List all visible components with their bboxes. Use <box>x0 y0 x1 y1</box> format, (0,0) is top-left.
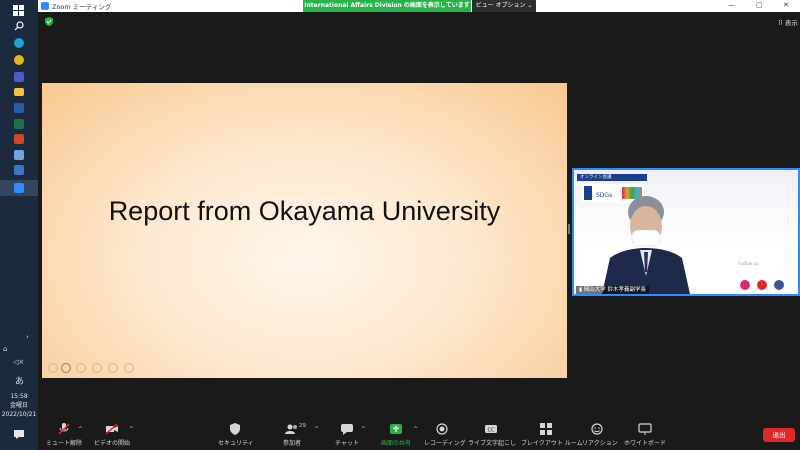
windows-start-icon[interactable] <box>13 5 24 16</box>
grid-icon: ⠿ <box>778 19 783 27</box>
speaker-person <box>602 196 690 294</box>
share-screen-button[interactable]: 画面の共有 <box>378 418 414 447</box>
edge-icon[interactable] <box>14 38 24 48</box>
volume-icon[interactable]: ◁× <box>13 358 24 366</box>
slide-zoom-icon[interactable] <box>108 363 118 373</box>
chat-button[interactable]: チャット <box>334 418 360 447</box>
reactions-icon <box>591 423 603 435</box>
follow-us-text: Follow us <box>738 262 759 267</box>
start-video-button[interactable]: ビデオの開始 <box>92 418 132 447</box>
view-options-button[interactable]: ビュー オプション ⌄ <box>472 0 536 12</box>
participant-count: 29 <box>299 423 306 429</box>
leave-button[interactable]: 退出 <box>763 428 795 442</box>
chat-icon <box>341 424 353 435</box>
ime-indicator[interactable]: あ <box>15 374 24 387</box>
security-shield-icon[interactable] <box>45 17 53 26</box>
mic-muted-icon <box>58 423 70 435</box>
start-video-label: ビデオの開始 <box>93 440 130 447</box>
youtube-icon <box>757 280 768 290</box>
whiteboard-label: ホワイトボード <box>624 440 667 447</box>
chrome-icon[interactable] <box>14 55 24 65</box>
chat-options-caret[interactable]: ^ <box>361 426 366 433</box>
shield-icon <box>230 423 240 435</box>
reactions-button[interactable]: リアクション <box>582 418 618 447</box>
security-button[interactable]: セキュリティ <box>218 418 254 447</box>
chevron-down-icon: ⌄ <box>527 2 533 9</box>
share-screen-label: 画面の共有 <box>380 440 411 447</box>
network-icon[interactable]: ⌂ <box>3 345 7 353</box>
audio-options-caret[interactable]: ^ <box>78 426 83 433</box>
file-explorer-icon[interactable] <box>14 88 24 96</box>
video-options-caret[interactable]: ^ <box>129 426 134 433</box>
instagram-icon <box>740 280 750 290</box>
closed-caption-icon: CC <box>485 425 497 434</box>
zoom-window: Zoom ミーティング International Affairs Divisi… <box>38 0 800 450</box>
excel-icon[interactable] <box>14 119 24 129</box>
facebook-icon <box>774 280 785 290</box>
breakout-rooms-button[interactable]: ブレイクアウト ルーム <box>521 418 583 447</box>
slide-pen-icon[interactable] <box>76 363 86 373</box>
app-icon-2[interactable] <box>14 165 24 175</box>
share-screen-icon <box>390 424 402 434</box>
record-button[interactable]: レコーディング <box>424 418 466 447</box>
notification-icon[interactable] <box>14 430 24 439</box>
screen: › ⌂ ◁× あ 15:58 金曜日 2022/10/21 Zoom ミーティン… <box>0 0 800 450</box>
breakout-rooms-icon <box>540 423 552 435</box>
participants-options-caret[interactable]: ^ <box>314 426 319 433</box>
title-bar: Zoom ミーティング International Affairs Divisi… <box>38 0 800 12</box>
speaker-name-label: ▮ 岡山大学 鈴木孝義副学長 <box>576 286 650 294</box>
speaker-name: 岡山大学 鈴木孝義副学長 <box>583 287 647 293</box>
close-button[interactable]: ✕ <box>783 1 789 9</box>
slide-pointer-icon[interactable] <box>61 363 71 373</box>
meeting-toolbar: ミュート解除 ^ ビデオの開始 ^ セキュリティ 参加者 29 ^ チャット ^… <box>38 418 800 450</box>
app-icon[interactable] <box>14 150 24 160</box>
zoom-logo-icon <box>41 2 49 10</box>
clock-weekday: 金曜日 <box>9 402 28 409</box>
svg-text:CC: CC <box>488 428 495 434</box>
video-banner: オンライン会議 <box>577 174 647 181</box>
video-off-icon <box>105 423 118 435</box>
shared-screen-slide[interactable]: Report from Okayama University <box>42 83 567 378</box>
live-transcript-button[interactable]: CC ライブ文字起こし <box>468 418 517 447</box>
chat-label: チャット <box>335 440 359 447</box>
breakout-rooms-label: ブレイクアウト ルーム <box>521 440 583 447</box>
show-button[interactable]: ⠿ 表示 <box>778 17 798 27</box>
reactions-label: リアクション <box>582 440 618 447</box>
record-label: レコーディング <box>424 440 466 447</box>
record-icon <box>436 423 448 435</box>
screen-share-banner: International Affairs Division の画面を表示してい… <box>303 0 471 12</box>
chevron-up-icon[interactable]: › <box>26 333 29 341</box>
slide-title: Report from Okayama University <box>108 196 501 226</box>
window-title: Zoom ミーティング <box>52 3 112 11</box>
share-options-caret[interactable]: ^ <box>413 426 418 433</box>
clock-time[interactable]: 15:58 <box>0 393 38 401</box>
word-icon[interactable] <box>14 103 24 113</box>
search-icon[interactable] <box>14 21 24 31</box>
whiteboard-button[interactable]: ホワイトボード <box>624 418 666 447</box>
participants-label: 参加者 <box>282 440 301 447</box>
windows-taskbar: › ⌂ ◁× あ 15:58 金曜日 2022/10/21 <box>0 0 38 450</box>
powerpoint-icon[interactable] <box>14 134 24 144</box>
whiteboard-icon <box>638 423 652 435</box>
speaker-video-tile[interactable]: オンライン会議 SDGs Follow us ▮ 岡山大学 鈴木孝義副学長 <box>572 168 800 296</box>
live-transcript-label: ライブ文字起こし <box>468 440 517 447</box>
unmute-label: ミュート解除 <box>45 440 82 447</box>
participants-icon <box>285 424 297 434</box>
slide-prev-icon[interactable] <box>48 363 58 373</box>
zoom-taskbar-item[interactable] <box>0 180 38 196</box>
minimize-button[interactable]: — <box>728 1 735 9</box>
signal-icon: ▮ <box>579 287 583 293</box>
slide-more-icon[interactable] <box>124 363 134 373</box>
slide-menu-icon[interactable] <box>92 363 102 373</box>
panel-resize-handle[interactable] <box>568 224 570 234</box>
view-options-label: ビュー オプション <box>475 2 526 9</box>
maximize-button[interactable]: ▢ <box>756 1 763 9</box>
security-label: セキュリティ <box>218 440 254 447</box>
social-icons <box>740 275 798 294</box>
teams-icon[interactable] <box>14 72 24 82</box>
show-button-label: 表示 <box>784 19 798 27</box>
clock-date: 2022/10/21 <box>1 411 37 418</box>
